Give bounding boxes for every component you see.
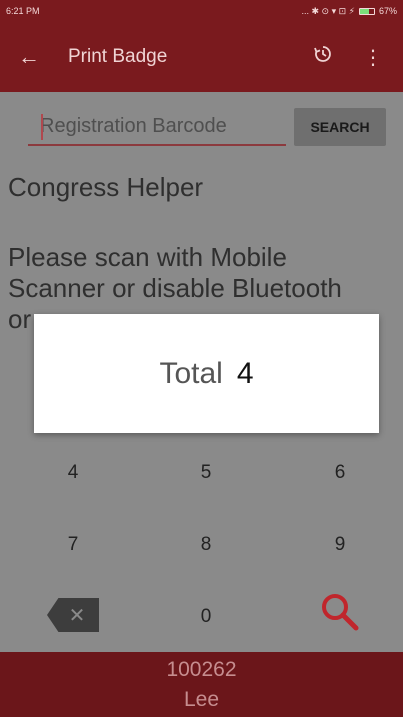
backspace-icon[interactable]: ✕	[47, 598, 99, 632]
more-options-icon[interactable]: ⋮	[363, 45, 383, 70]
total-value: 4	[236, 356, 254, 390]
page-title: Print Badge	[68, 46, 168, 67]
status-icon-strip: ... ✱ ⊙ ▾ ⊡ ⚡	[301, 5, 355, 16]
registration-code: 100262	[166, 658, 237, 681]
battery-icon	[358, 7, 375, 15]
helper-title: Congress Helper	[8, 172, 204, 202]
text-cursor	[41, 114, 43, 140]
back-arrow-icon[interactable]: ←	[18, 44, 58, 70]
key-5[interactable]: 5	[166, 462, 246, 484]
key-4[interactable]: 4	[33, 462, 113, 484]
history-icon[interactable]	[313, 44, 333, 70]
app-toolbar: ← Print Badge ⋮	[0, 22, 403, 92]
search-magnifier-icon[interactable]	[318, 590, 362, 634]
key-6[interactable]: 6	[300, 462, 380, 484]
badge-info-bar: 100262 Lee	[0, 652, 403, 717]
total-label: Total	[159, 356, 223, 390]
battery-percent: 67%	[378, 6, 397, 16]
status-icons: ... ✱ ⊙ ▾ ⊡ ⚡ 67%	[302, 6, 397, 17]
status-bar: 6:21 PM ... ✱ ⊙ ▾ ⊡ ⚡ 67%	[0, 0, 403, 22]
search-row: SEARCH	[28, 108, 388, 148]
magnifier-icon-svg	[322, 594, 359, 631]
key-9[interactable]: 9	[300, 534, 380, 556]
status-time: 6:21 PM	[6, 6, 40, 16]
attendee-name: Lee	[183, 688, 220, 711]
key-0[interactable]: 0	[166, 606, 246, 628]
key-7[interactable]: 7	[33, 534, 113, 556]
total-dialog: Total 4	[34, 314, 379, 433]
search-button[interactable]: SEARCH	[294, 108, 386, 146]
registration-barcode-input[interactable]	[28, 108, 286, 146]
history-icon-svg	[314, 46, 331, 62]
key-8[interactable]: 8	[166, 534, 246, 556]
battery-fill	[359, 8, 370, 14]
backspace-x: ✕	[68, 604, 86, 627]
